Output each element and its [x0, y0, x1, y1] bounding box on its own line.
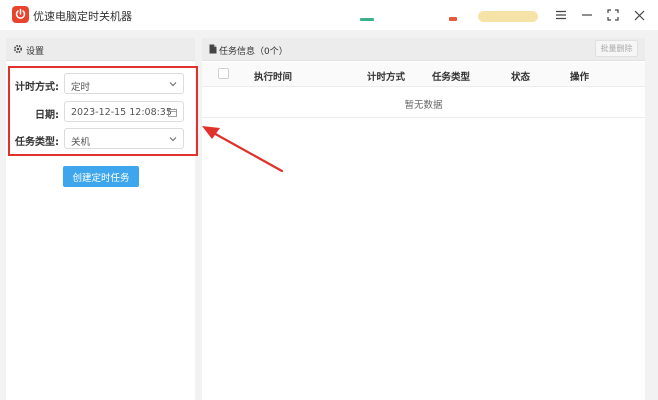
- document-icon: [209, 44, 217, 54]
- select-all-checkbox[interactable]: [218, 68, 229, 79]
- column-exec-time: 执行时间: [254, 72, 293, 83]
- decoration: [360, 18, 374, 21]
- title-bar: 优速电脑定时关机器: [0, 0, 658, 30]
- power-icon: [12, 6, 29, 23]
- batch-delete-button[interactable]: 批量删除: [595, 40, 638, 57]
- column-actions: 操作: [570, 72, 590, 83]
- decoration: [478, 11, 538, 22]
- task-table-header: 执行时间 计时方式 任务类型 状态 操作: [202, 62, 645, 87]
- maximize-icon: [607, 9, 619, 21]
- minimize-icon: [582, 14, 592, 16]
- task-header: 任务信息（0个）: [202, 38, 645, 61]
- table-empty-row: 暂无数据: [202, 88, 645, 118]
- close-icon: [634, 10, 644, 20]
- minimize-button[interactable]: [577, 5, 597, 25]
- settings-title: 设置: [26, 47, 45, 57]
- column-task-type: 任务类型: [432, 72, 471, 83]
- menu-button[interactable]: [551, 5, 571, 25]
- settings-header: 设置: [6, 38, 195, 61]
- window-edge: [645, 38, 658, 400]
- maximize-button[interactable]: [603, 5, 623, 25]
- column-status: 状态: [511, 72, 531, 83]
- create-task-button[interactable]: 创建定时任务: [63, 166, 139, 187]
- decoration: [449, 17, 457, 21]
- highlight-annotation: [8, 66, 198, 156]
- empty-placeholder: 暂无数据: [404, 100, 443, 111]
- menu-icon: [556, 10, 566, 20]
- close-button[interactable]: [629, 5, 649, 25]
- gear-icon: [13, 44, 23, 54]
- task-title: 任务信息（0个）: [219, 47, 288, 57]
- column-timing-mode: 计时方式: [367, 72, 406, 83]
- app-title: 优速电脑定时关机器: [33, 10, 132, 23]
